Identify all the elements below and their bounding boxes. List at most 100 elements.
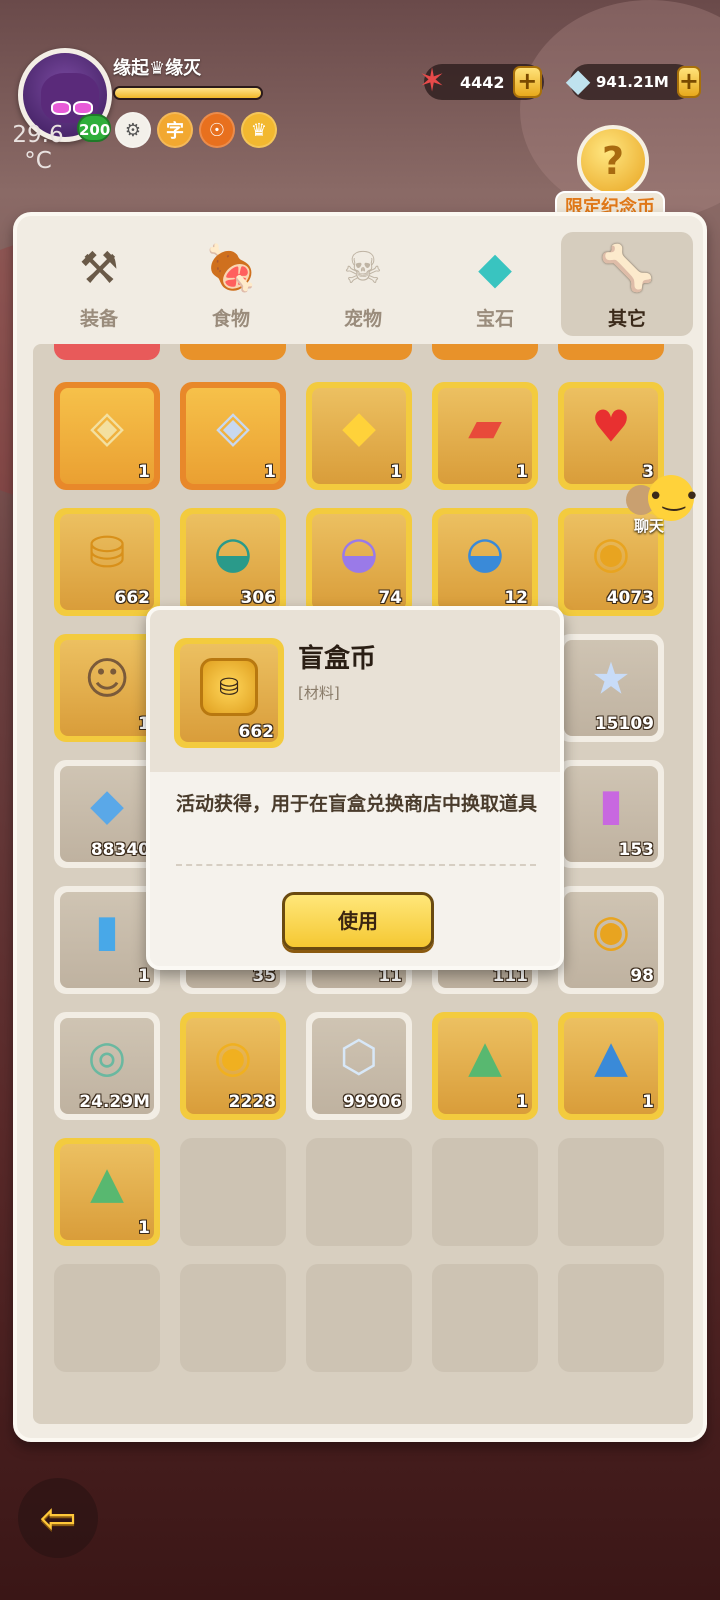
xp-bar bbox=[113, 86, 263, 100]
chat-button[interactable]: •‿• 聊天 bbox=[626, 475, 700, 535]
tab-label: 宝石 bbox=[475, 308, 514, 330]
tab-other[interactable]: 🦴 其它 bbox=[561, 232, 693, 336]
inventory-item-count: 306 bbox=[240, 588, 277, 608]
inventory-item[interactable]: ◒ 74 bbox=[306, 508, 412, 616]
inventory-item[interactable]: ▰ 1 bbox=[432, 382, 538, 490]
rainbow-crystal-icon: ⬡ bbox=[339, 1031, 379, 1083]
shell-coin-icon: ◉ bbox=[591, 905, 631, 957]
back-button[interactable]: ⇦ bbox=[18, 1478, 98, 1558]
peek-item bbox=[432, 344, 538, 360]
inventory-item[interactable]: ▮ 1 bbox=[54, 886, 160, 994]
tab-label: 宠物 bbox=[343, 308, 382, 330]
inventory-item-count: 15109 bbox=[594, 714, 654, 734]
gold-coin-icon: ◉ bbox=[213, 1031, 253, 1083]
gold-ore-icon: ◆ bbox=[342, 401, 376, 453]
popup-item-slot: ⛁ 662 bbox=[174, 638, 284, 748]
use-button[interactable]: 使用 bbox=[282, 892, 434, 950]
inventory-item[interactable]: ★ 15109 bbox=[558, 634, 664, 742]
memorial-coin-icon: ? bbox=[577, 125, 649, 197]
inventory-item[interactable]: ▲ 1 bbox=[432, 1012, 538, 1120]
blindbox-coin-icon: ⛁ bbox=[200, 658, 258, 716]
avatar-eye bbox=[73, 101, 93, 115]
purple-card-icon: ▮ bbox=[598, 779, 624, 831]
empty-slot bbox=[306, 1264, 412, 1372]
inventory-item[interactable]: ⛁ 662 bbox=[54, 508, 160, 616]
inventory-item[interactable]: ▲ 1 bbox=[558, 1012, 664, 1120]
tab-pets[interactable]: ☠ 宠物 bbox=[297, 232, 429, 336]
inventory-item[interactable]: ◈ 1 bbox=[180, 382, 286, 490]
empty-slot bbox=[180, 1264, 286, 1372]
tab-label: 食物 bbox=[211, 308, 250, 330]
empty-slot bbox=[558, 1138, 664, 1246]
blindbox-coin-icon: ⛁ bbox=[88, 527, 126, 579]
star-badge-icon[interactable]: 字 bbox=[157, 112, 193, 148]
blue-item-icon: ◆ bbox=[90, 779, 124, 831]
inventory-item-count: 1 bbox=[264, 462, 276, 482]
inventory-item[interactable]: ☺ 1 bbox=[54, 634, 160, 742]
tab-label: 装备 bbox=[79, 308, 118, 330]
inventory-item[interactable]: ♥ 3 bbox=[558, 382, 664, 490]
inventory-item-count: 1 bbox=[138, 966, 150, 986]
player-level-badge: 200 bbox=[77, 114, 111, 142]
inventory-item-count: 74 bbox=[378, 588, 402, 608]
heart-icon: ♥ bbox=[591, 401, 631, 453]
add-shell-button[interactable]: + bbox=[676, 66, 701, 98]
tab-equipment[interactable]: ⚒ 装备 bbox=[33, 232, 165, 336]
pet-bag-icon: ◒ bbox=[339, 527, 379, 579]
inventory-item-count: 24.29M bbox=[79, 1092, 150, 1112]
inventory-item-count: 99906 bbox=[342, 1092, 402, 1112]
boar-crystal-icon: ◈ bbox=[90, 401, 124, 453]
player-name: 缘起♛缘灭 bbox=[113, 58, 202, 79]
starfish-currency: ✶ 4442 + bbox=[419, 61, 544, 100]
add-starfish-button[interactable]: + bbox=[512, 66, 542, 98]
inventory-item-count: 153 bbox=[618, 840, 655, 860]
gem-bag-icon: ◒ bbox=[465, 527, 505, 579]
inventory-item[interactable]: ◉ 2228 bbox=[180, 1012, 286, 1120]
back-arrow-icon: ⇦ bbox=[39, 1492, 77, 1544]
peek-item bbox=[558, 344, 664, 360]
peek-item bbox=[54, 344, 160, 360]
inventory-item[interactable]: ◎ 24.29M bbox=[54, 1012, 160, 1120]
caveman-icon: ☺ bbox=[84, 653, 130, 705]
island-3-icon: ▲ bbox=[90, 1157, 124, 1209]
inventory-item[interactable]: ▮ 153 bbox=[558, 760, 664, 868]
inventory-item[interactable]: ◒ 306 bbox=[180, 508, 286, 616]
shell-currency: ◆ 941.21M + bbox=[566, 61, 701, 100]
popup-divider bbox=[176, 864, 536, 866]
player-badges: ⚙ 字 ☉ ♛ bbox=[115, 112, 277, 148]
inventory-item-count: 1 bbox=[642, 1092, 654, 1112]
inventory-item-count: 1 bbox=[390, 462, 402, 482]
shell-icon: ◆ bbox=[565, 61, 591, 99]
inventory-item[interactable]: ◉ 98 bbox=[558, 886, 664, 994]
tab-gems[interactable]: ◆ 宝石 bbox=[429, 232, 561, 336]
blue-card-icon: ▮ bbox=[94, 905, 120, 957]
gem-icon: ◆ bbox=[478, 242, 512, 294]
inventory-item[interactable]: ◈ 1 bbox=[54, 382, 160, 490]
inventory-item[interactable]: ▲ 1 bbox=[54, 1138, 160, 1246]
inventory-item-count: 98 bbox=[630, 966, 654, 986]
crown-badge-icon[interactable]: ♛ bbox=[241, 112, 277, 148]
tab-food[interactable]: 🍖 食物 bbox=[165, 232, 297, 336]
empty-slot bbox=[558, 1264, 664, 1372]
carrot-bag-icon: ◒ bbox=[213, 527, 253, 579]
inventory-item-count: 88340 bbox=[90, 840, 150, 860]
inventory-item-count: 1 bbox=[516, 1092, 528, 1112]
item-detail-popup: ⛁ 662 盲盒币 [材料] 活动获得，用于在盲盒兑换商店中换取道具 使用 bbox=[146, 606, 564, 970]
inventory-item[interactable]: ◆ 1 bbox=[306, 382, 412, 490]
inventory-item[interactable]: ⬡ 99906 bbox=[306, 1012, 412, 1120]
inventory-item[interactable]: ◆ 88340 bbox=[54, 760, 160, 868]
popup-item-count: 662 bbox=[238, 722, 275, 742]
helmet-badge-icon[interactable]: ☉ bbox=[199, 112, 235, 148]
bone-icon: 🦴 bbox=[599, 243, 655, 294]
avatar-eye bbox=[51, 101, 71, 115]
island-4-icon: ▲ bbox=[468, 1031, 502, 1083]
chat-label: 聊天 bbox=[634, 517, 665, 535]
peek-item bbox=[180, 344, 286, 360]
empty-slot bbox=[432, 1264, 538, 1372]
empty-slot bbox=[432, 1138, 538, 1246]
inventory-item[interactable]: ◒ 12 bbox=[432, 508, 538, 616]
memorial-coin-button[interactable]: ? 限定纪念币 bbox=[555, 125, 665, 225]
island-rainbow-icon: ▲ bbox=[594, 1031, 628, 1083]
category-tabs: ⚒ 装备 🍖 食物 ☠ 宠物 ◆ 宝石 🦴 其它 bbox=[33, 232, 693, 336]
white-badge-icon[interactable]: ⚙ bbox=[115, 112, 151, 148]
